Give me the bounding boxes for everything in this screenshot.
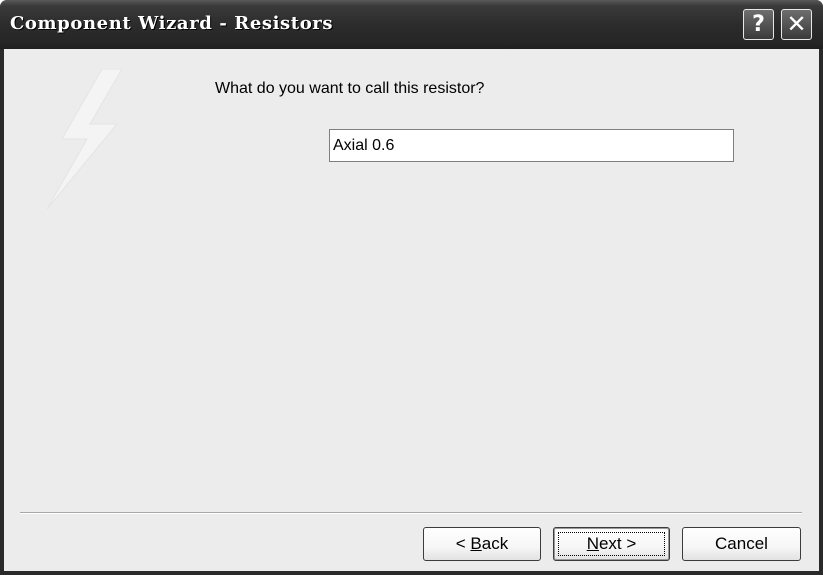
- cancel-button[interactable]: Cancel: [682, 527, 801, 561]
- lightning-watermark-icon: [46, 69, 123, 209]
- cancel-label: Cancel: [715, 534, 768, 553]
- back-mnemonic: B: [470, 534, 482, 553]
- help-icon: ?: [752, 12, 765, 37]
- back-button[interactable]: < Back: [423, 527, 541, 561]
- window-title: Component Wizard - Resistors: [10, 13, 334, 34]
- button-separator: [20, 512, 802, 514]
- back-label-rest: ack: [481, 534, 509, 553]
- name-prompt-label: What do you want to call this resistor?: [215, 80, 485, 97]
- resistor-name-input[interactable]: [329, 129, 734, 162]
- wizard-window: Component Wizard - Resistors ? ✕ What do…: [0, 0, 823, 575]
- help-button[interactable]: ?: [743, 9, 774, 40]
- title-bar[interactable]: Component Wizard - Resistors ? ✕: [0, 0, 823, 49]
- wizard-page: What do you want to call this resistor? …: [4, 49, 819, 571]
- next-label-rest: ext >: [598, 534, 637, 553]
- close-button[interactable]: ✕: [781, 9, 812, 40]
- next-mnemonic: N: [586, 534, 599, 553]
- next-button[interactable]: Next >: [553, 527, 670, 561]
- close-icon: ✕: [786, 10, 807, 38]
- back-prefix: <: [455, 534, 471, 553]
